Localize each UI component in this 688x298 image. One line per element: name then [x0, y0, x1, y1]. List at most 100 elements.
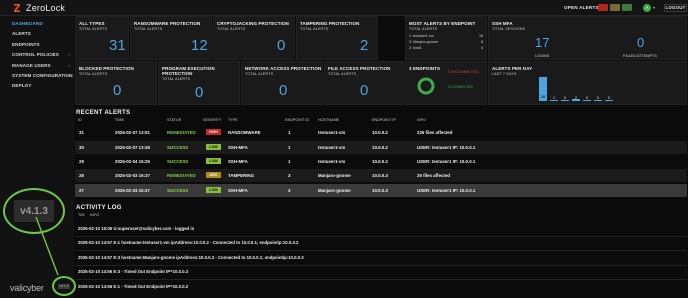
cell-info: USER: testuser1 IP: 10.0.0.1	[417, 188, 476, 193]
card-value: 31	[109, 37, 126, 54]
donut-connected-arc	[417, 77, 435, 95]
ssh-failed-value: 0	[637, 35, 645, 50]
card-cryptojacking-protection[interactable]: CRYPTOJACKING PROTECTION TOTAL ALERTS 0	[213, 16, 295, 60]
zerolock-logo-icon	[14, 3, 20, 12]
cell-id: 29	[79, 159, 84, 164]
sidebar-item-label: ALERTS	[12, 31, 31, 37]
sidebar-item-deploy[interactable]: DEPLOY	[0, 81, 74, 91]
chevron-down-icon[interactable]: ▾	[653, 5, 655, 10]
sidebar-item-alerts[interactable]: ALERTS	[0, 29, 74, 39]
card-value: 0	[279, 82, 288, 99]
card-subtitle: TOTAL SESSIONS	[492, 27, 526, 31]
cell-type: RANSOMWARE	[228, 130, 261, 135]
row-divider	[75, 279, 687, 280]
cell-info: USER: testuser1 IP: 10.0.0.1	[417, 159, 476, 164]
chevron-right-icon: ›	[68, 72, 70, 78]
column-header-info[interactable]: INFO	[90, 213, 99, 217]
sidebar-item-control-policies[interactable]: CONTROL POLICIES ›	[0, 50, 74, 60]
card-ransomware-protection[interactable]: RANSOMWARE PROTECTION TOTAL ALERTS 12	[130, 16, 212, 60]
endpoint-name: 2: host1	[409, 46, 422, 50]
list-item[interactable]: 2: host1 4	[409, 46, 483, 52]
card-subtitle: TOTAL ALERTS	[162, 77, 191, 81]
severity-badge: LOW	[206, 187, 221, 193]
legend-disconnected: 0 DISCONNECTED	[448, 70, 479, 74]
card-title: BLOCKED PROTECTION	[79, 66, 134, 71]
table-row[interactable]: 27 2025-02-03 16:37 SUCCESS LOW SSH-MFA 3 Manj…	[75, 184, 687, 197]
column-header-severity[interactable]: SEVERITY	[203, 118, 222, 122]
cell-hostname: Manjaro-gnome	[318, 188, 351, 193]
chart-bar[interactable]	[605, 100, 613, 101]
card-title: ALERTS PER DAY	[492, 66, 533, 71]
user-avatar[interactable]: A	[643, 4, 651, 12]
sidebar-item-dashboard[interactable]: DASHBOARD	[0, 19, 74, 29]
cell-status: REMEDIATED	[167, 130, 196, 135]
open-alerts-low-pill[interactable]	[622, 4, 632, 11]
column-header-time[interactable]: TIME	[115, 118, 124, 122]
sidebar-item-endpoints[interactable]: ENDPOINTS	[0, 40, 74, 50]
card-value: 2	[360, 37, 369, 54]
card-title: FILE ACCESS PROTECTION	[328, 66, 391, 71]
table-row[interactable]: 31 2025-02-07 13:51 REMEDIATED HIGH RANSOMWA…	[75, 126, 687, 139]
log-entry: 2025-02-10 14:57 E:1 hostname:testuser1-…	[78, 240, 299, 245]
card-all-types[interactable]: ALL TYPES TOTAL ALERTS 31	[75, 16, 129, 60]
cell-ip: 10.0.0.2	[372, 130, 388, 135]
card-endpoints[interactable]: 3 ENDPOINTS 0 DISCONNECTED 3 CONNECTED	[405, 61, 487, 105]
column-header-info[interactable]: INFO	[417, 118, 426, 122]
log-entry: 2025-02-10 14:57 E:3 hostname:Manjaro-gn…	[78, 255, 304, 260]
open-alerts-medium-pill[interactable]	[610, 4, 620, 11]
cell-type: SSH-MFA	[228, 188, 248, 193]
callout-pointer-line	[35, 217, 59, 276]
log-entry: 2025-02-10 15:06 U:superuser@valicyber.c…	[78, 226, 195, 231]
card-network-access-protection[interactable]: NETWORK ACCESS PROTECTION TOTAL ALERTS 0	[241, 61, 323, 105]
column-header-id[interactable]: ID	[78, 118, 82, 122]
sidebar-item-system-configuration[interactable]: SYSTEM CONFIGURATION ›	[0, 71, 74, 81]
endpoint-alert-count: 16	[479, 34, 483, 38]
open-alerts-high-pill[interactable]	[598, 4, 608, 11]
endpoint-alert-count: 4	[481, 46, 483, 50]
chart-bar[interactable]	[583, 100, 591, 101]
cell-status: SUCCESS	[167, 145, 189, 150]
logout-button[interactable]: LOGOUT	[664, 4, 687, 12]
card-ssh-mfa[interactable]: SSH MFA TOTAL SESSIONS 17 LOGINS 0 FAILE…	[488, 16, 687, 60]
card-title: PROGRAM EXECUTION PROTECTION	[162, 66, 215, 76]
card-blocked-protection[interactable]: BLOCKED PROTECTION TOTAL ALERTS 0	[75, 61, 157, 105]
card-file-access-protection[interactable]: FILE ACCESS PROTECTION TOTAL ALERTS 0	[324, 61, 404, 105]
alerts-per-day-chart: 26 1 0 2 0 0 0	[493, 72, 683, 102]
sidebar-item-label: CONTROL POLICIES	[12, 52, 59, 58]
chart-bar[interactable]	[594, 100, 602, 101]
column-header-time[interactable]: TIM	[78, 213, 85, 217]
endpoints-donut-chart	[417, 77, 435, 95]
sidebar-item-label: DEPLOY	[12, 83, 32, 89]
brand-name: valicyber	[10, 283, 44, 293]
column-header-endpoint-ip[interactable]: ENDPOINT IP	[372, 118, 396, 122]
table-row[interactable]: 28 2025-02-03 16:37 REMEDIATED MED TAMPERING…	[75, 169, 687, 182]
card-tampering-protection[interactable]: TAMPERING PROTECTION TOTAL ALERTS 2	[296, 16, 378, 60]
row-divider	[75, 250, 687, 251]
column-header-endpoint-id[interactable]: ENDPOINT ID	[285, 118, 309, 122]
ssh-logins-label: LOGINS	[535, 54, 550, 58]
column-header-hostname[interactable]: HOSTNAME	[318, 118, 339, 122]
chart-bar[interactable]	[561, 100, 569, 101]
table-row[interactable]: 30 2025-02-07 13:48 SUCCESS LOW SSH-MFA 1 test…	[75, 141, 687, 154]
app-logo[interactable]: ZeroLock	[12, 3, 65, 13]
cell-info: 226 files affected	[417, 130, 453, 135]
cell-id: 31	[79, 130, 84, 135]
cell-endpoint-id: 3	[288, 188, 291, 193]
column-header-type[interactable]: TYPE	[228, 118, 238, 122]
table-row[interactable]: 29 2025-02-04 15:25 SUCCESS LOW SSH-MFA 1 test…	[75, 155, 687, 168]
endpoint-alert-list: 1: testuser1-vm 16 3: Manjaro-gnome 8 2:…	[409, 34, 483, 52]
card-program-execution-protection[interactable]: PROGRAM EXECUTION PROTECTION TOTAL ALERT…	[158, 61, 240, 105]
sidebar-item-manage-users[interactable]: MANAGE USERS ›	[0, 61, 74, 71]
card-title: SSH MFA	[492, 21, 513, 26]
column-header-status[interactable]: STATUS	[167, 118, 181, 122]
cell-id: 27	[79, 188, 84, 193]
card-most-alerts-by-endpoint[interactable]: MOST ALERTS BY ENDPOINT TOTAL ALERTS 1: …	[405, 16, 487, 60]
activity-log-title: ACTIVITY LOG	[76, 204, 122, 211]
cell-info: 25 files affected	[417, 173, 450, 178]
card-subtitle: TOTAL ALERTS	[79, 27, 108, 31]
legend-connected: 3 CONNECTED	[448, 85, 474, 89]
cell-endpoint-id: 1	[288, 145, 291, 150]
ssh-logins-value: 17	[535, 35, 550, 50]
app-title: ZeroLock	[26, 2, 66, 13]
chevron-right-icon: ›	[68, 52, 70, 58]
